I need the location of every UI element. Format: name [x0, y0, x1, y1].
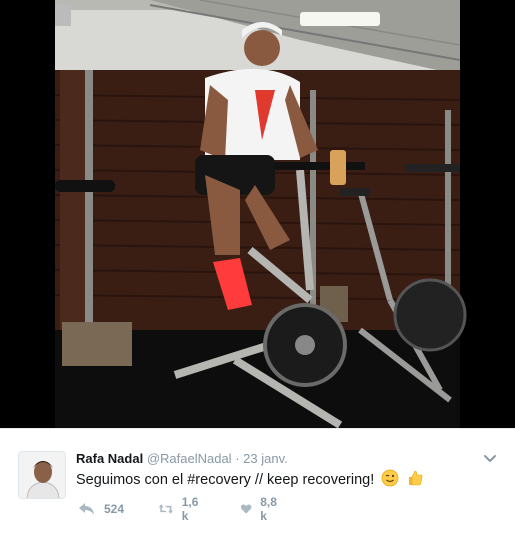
reply-action[interactable]: 524 — [78, 499, 124, 519]
tweet-text: Seguimos con el #recovery // keep recove… — [76, 469, 424, 493]
wink-face-icon — [381, 469, 399, 493]
chevron-down-icon[interactable] — [483, 451, 497, 465]
reply-count: 524 — [104, 502, 125, 516]
heart-icon[interactable] — [240, 501, 252, 517]
retweet-action[interactable]: 1,6 k — [158, 495, 203, 523]
header-separator: · — [235, 451, 240, 466]
tweet-text-before: Seguimos con el — [76, 472, 188, 488]
retweet-icon[interactable] — [158, 501, 174, 517]
hashtag-link[interactable]: #recovery — [187, 472, 251, 488]
tweet-timestamp[interactable]: 23 janv. — [243, 451, 288, 466]
tweet-header: Rafa Nadal @RafaelNadal · 23 janv. — [76, 451, 288, 467]
author-handle[interactable]: @RafaelNadal — [147, 451, 232, 466]
thumbs-up-icon — [406, 469, 424, 493]
avatar[interactable] — [18, 451, 66, 499]
retweet-count: 1,6 k — [181, 495, 199, 523]
like-count: 8,8 k — [260, 495, 277, 523]
like-action[interactable]: 8,8 k — [240, 495, 281, 523]
tweet-photo[interactable] — [0, 0, 515, 428]
gym-scene-illustration — [0, 0, 515, 428]
tweet-card: Rafa Nadal @RafaelNadal · 23 janv. Segui… — [0, 428, 515, 535]
avatar-portrait-icon — [19, 452, 65, 498]
tweet-text-after: // keep recovering! — [250, 472, 375, 488]
author-name[interactable]: Rafa Nadal — [76, 451, 143, 466]
reply-icon[interactable] — [78, 501, 96, 517]
